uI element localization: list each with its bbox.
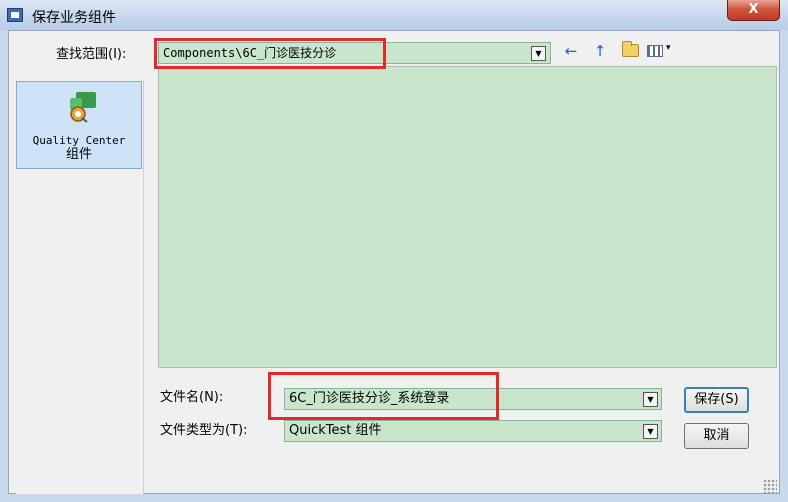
file-list[interactable] [158,66,777,368]
place-label: Quality Center 组件 [32,134,126,162]
quality-center-icon [70,92,96,123]
new-folder-icon[interactable] [622,41,639,57]
view-menu-icon[interactable] [647,45,663,57]
filetype-value: QuickTest 组件 [289,423,382,438]
filename-label: 文件名(N): [160,390,224,405]
resize-grip-icon[interactable] [763,479,777,493]
filename-dropdown-button[interactable]: ▼ [643,392,658,407]
close-button[interactable]: X [727,0,780,21]
back-arrow-icon[interactable]: ← [562,42,580,60]
up-folder-icon[interactable]: ↑ [591,42,609,60]
filetype-select[interactable]: QuickTest 组件 [284,420,662,442]
filetype-label: 文件类型为(T): [160,423,248,438]
window-title: 保存业务组件 [32,10,116,26]
filename-value: 6C_门诊医技分诊_系统登录 [289,391,450,406]
filetype-dropdown-button[interactable]: ▼ [643,424,658,439]
lookin-dropdown-button[interactable]: ▼ [531,46,546,61]
save-button[interactable]: 保存(S) [684,387,749,413]
lookin-value: Components\6C_门诊医技分诊 [163,46,337,60]
window-icon [7,8,23,22]
view-menu-arrow-icon[interactable]: ▾ [666,43,671,53]
title-bar: 保存业务组件 X [0,0,788,30]
cancel-button[interactable]: 取消 [684,423,749,449]
lookin-combo[interactable]: Components\6C_门诊医技分诊 [158,42,551,64]
window-frame-bottom [0,494,788,502]
place-quality-center-components[interactable]: Quality Center 组件 [16,81,142,169]
lookin-label: 查找范围(I): [56,47,127,62]
filename-input[interactable]: 6C_门诊医技分诊_系统登录 [284,388,662,410]
